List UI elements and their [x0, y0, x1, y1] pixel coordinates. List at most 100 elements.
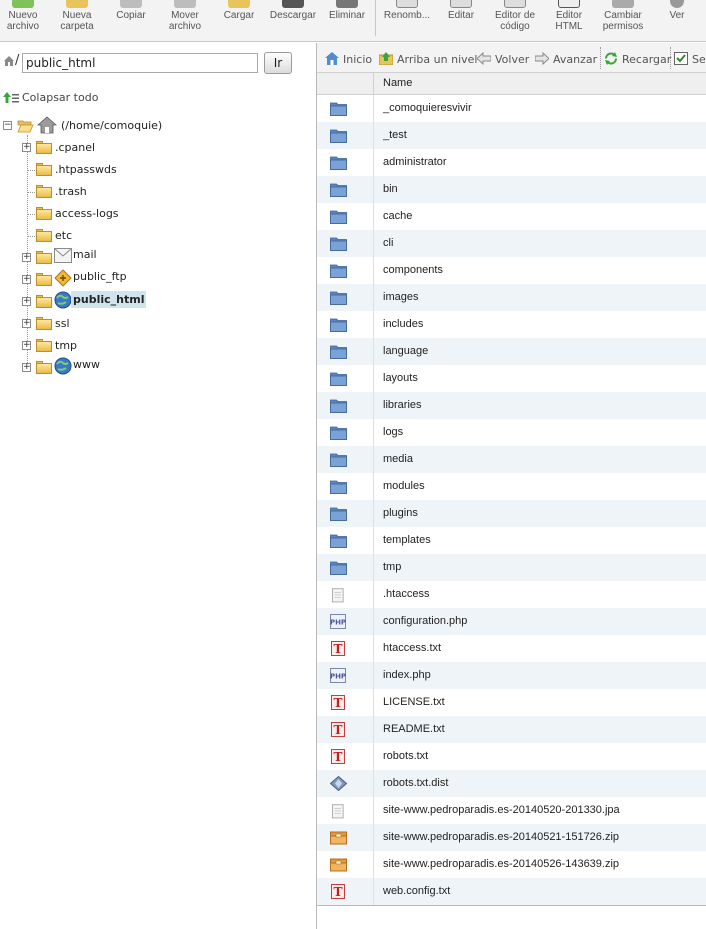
folder-row[interactable]: _test	[317, 122, 706, 149]
file-name[interactable]: htaccess.txt	[383, 642, 441, 654]
file-name[interactable]: templates	[383, 534, 431, 546]
new-folder-button[interactable]: Nueva carpeta	[54, 0, 100, 41]
file-name[interactable]: site-www.pedroparadis.es-20140526-143639…	[383, 858, 619, 870]
tree-node-public-html[interactable]: + public_html	[22, 290, 222, 310]
expand-toggle[interactable]: +	[22, 253, 31, 262]
file-name[interactable]: robots.txt	[383, 750, 428, 762]
folder-row[interactable]: bin	[317, 176, 706, 203]
expand-toggle[interactable]: +	[22, 143, 31, 152]
tree-node-tmp[interactable]: + tmp	[22, 336, 222, 356]
tree-node-trash[interactable]: .trash	[22, 182, 222, 202]
file-row[interactable]: T README.txt	[317, 716, 706, 743]
file-name[interactable]: LICENSE.txt	[383, 696, 445, 708]
folder-row[interactable]: logs	[317, 419, 706, 446]
file-name[interactable]: cache	[383, 210, 412, 222]
file-row[interactable]: site-www.pedroparadis.es-20140520-201330…	[317, 797, 706, 824]
file-name[interactable]: index.php	[383, 669, 431, 681]
file-row[interactable]: Trobots.txt	[317, 743, 706, 770]
folder-row[interactable]: media	[317, 446, 706, 473]
file-row[interactable]: Thtaccess.txt	[317, 635, 706, 662]
path-input[interactable]	[22, 53, 258, 73]
file-name[interactable]: includes	[383, 318, 423, 330]
file-name[interactable]: web.config.txt	[383, 885, 450, 897]
forward-button[interactable]: Avanzar	[535, 51, 597, 67]
file-row[interactable]: PHP index.php	[317, 662, 706, 689]
file-name[interactable]: plugins	[383, 507, 418, 519]
home-icon[interactable]	[3, 55, 15, 67]
tree-root[interactable]: − (/home/comoquie)	[3, 116, 203, 136]
tree-node-public-ftp[interactable]: + public_ftp	[22, 268, 222, 288]
file-name[interactable]: site-www.pedroparadis.es-20140520-201330…	[383, 804, 620, 816]
folder-row[interactable]: administrator	[317, 149, 706, 176]
file-name[interactable]: _test	[383, 129, 407, 141]
file-name[interactable]: site-www.pedroparadis.es-20140521-151726…	[383, 831, 619, 843]
folder-row[interactable]: images	[317, 284, 706, 311]
view-button[interactable]: Ver	[656, 0, 698, 41]
rename-button[interactable]: Renomb...	[380, 0, 434, 41]
file-name[interactable]: administrator	[383, 156, 447, 168]
tree-node-www[interactable]: + www	[22, 356, 222, 376]
delete-button[interactable]: Eliminar	[322, 0, 372, 41]
upload-button[interactable]: Cargar	[216, 0, 262, 41]
html-editor-button[interactable]: Editor HTML	[546, 0, 592, 41]
home-button[interactable]: Inicio	[325, 51, 375, 67]
file-name[interactable]: language	[383, 345, 428, 357]
up-one-level-button[interactable]: Arriba un nivel	[379, 51, 477, 67]
tree-node-etc[interactable]: etc	[22, 226, 222, 246]
collapse-toggle[interactable]: −	[3, 121, 12, 130]
file-name[interactable]: tmp	[383, 561, 401, 573]
expand-toggle[interactable]: +	[22, 297, 31, 306]
back-button[interactable]: Volver	[477, 51, 531, 67]
file-name[interactable]: logs	[383, 426, 403, 438]
folder-row[interactable]: cache	[317, 203, 706, 230]
file-row[interactable]: T LICENSE.txt	[317, 689, 706, 716]
file-row[interactable]: robots.txt.dist	[317, 770, 706, 797]
code-editor-button[interactable]: Editor de código	[488, 0, 542, 41]
tree-node-mail[interactable]: + mail	[22, 246, 222, 266]
tree-node-htpasswds[interactable]: .htpasswds	[22, 160, 222, 180]
file-row[interactable]: site-www.pedroparadis.es-20140526-143639…	[317, 851, 706, 878]
icon-column-header[interactable]	[317, 73, 374, 95]
file-row[interactable]: Tweb.config.txt	[317, 878, 706, 905]
tree-node-cpanel[interactable]: + .cpanel	[22, 138, 222, 158]
folder-row[interactable]: cli	[317, 230, 706, 257]
tree-node-ssl[interactable]: + ssl	[22, 314, 222, 334]
file-row[interactable]: .htaccess	[317, 581, 706, 608]
folder-row[interactable]: tmp	[317, 554, 706, 581]
file-name[interactable]: cli	[383, 237, 393, 249]
file-name[interactable]: bin	[383, 183, 398, 195]
file-name[interactable]: components	[383, 264, 443, 276]
expand-toggle[interactable]: +	[22, 363, 31, 372]
folder-row[interactable]: libraries	[317, 392, 706, 419]
expand-toggle[interactable]: +	[22, 319, 31, 328]
folder-row[interactable]: includes	[317, 311, 706, 338]
folder-row[interactable]: components	[317, 257, 706, 284]
file-name[interactable]: .htaccess	[383, 588, 429, 600]
folder-row[interactable]: plugins	[317, 500, 706, 527]
folder-row[interactable]: _comoquieresvivir	[317, 95, 706, 122]
go-button[interactable]: Ir	[264, 52, 292, 74]
file-row[interactable]: PHP configuration.php	[317, 608, 706, 635]
name-column-header[interactable]: Name	[383, 77, 412, 89]
file-name[interactable]: robots.txt.dist	[383, 777, 448, 789]
edit-button[interactable]: Editar	[438, 0, 484, 41]
tree-node-access-logs[interactable]: access-logs	[22, 204, 222, 224]
select-all-button[interactable]: Se	[674, 51, 706, 67]
file-name[interactable]: README.txt	[383, 723, 445, 735]
folder-row[interactable]: templates	[317, 527, 706, 554]
folder-row[interactable]: modules	[317, 473, 706, 500]
file-name[interactable]: modules	[383, 480, 425, 492]
expand-toggle[interactable]: +	[22, 341, 31, 350]
expand-toggle[interactable]: +	[22, 275, 31, 284]
file-name[interactable]: media	[383, 453, 413, 465]
file-row[interactable]: site-www.pedroparadis.es-20140521-151726…	[317, 824, 706, 851]
copy-button[interactable]: Copiar	[108, 0, 154, 41]
reload-button[interactable]: Recargar	[604, 51, 671, 67]
file-name[interactable]: configuration.php	[383, 615, 467, 627]
folder-row[interactable]: language	[317, 338, 706, 365]
move-file-button[interactable]: Mover archivo	[160, 0, 210, 41]
file-name[interactable]: libraries	[383, 399, 422, 411]
file-name[interactable]: _comoquieresvivir	[383, 102, 472, 114]
folder-row[interactable]: layouts	[317, 365, 706, 392]
new-file-button[interactable]: Nuevo archivo	[0, 0, 46, 41]
